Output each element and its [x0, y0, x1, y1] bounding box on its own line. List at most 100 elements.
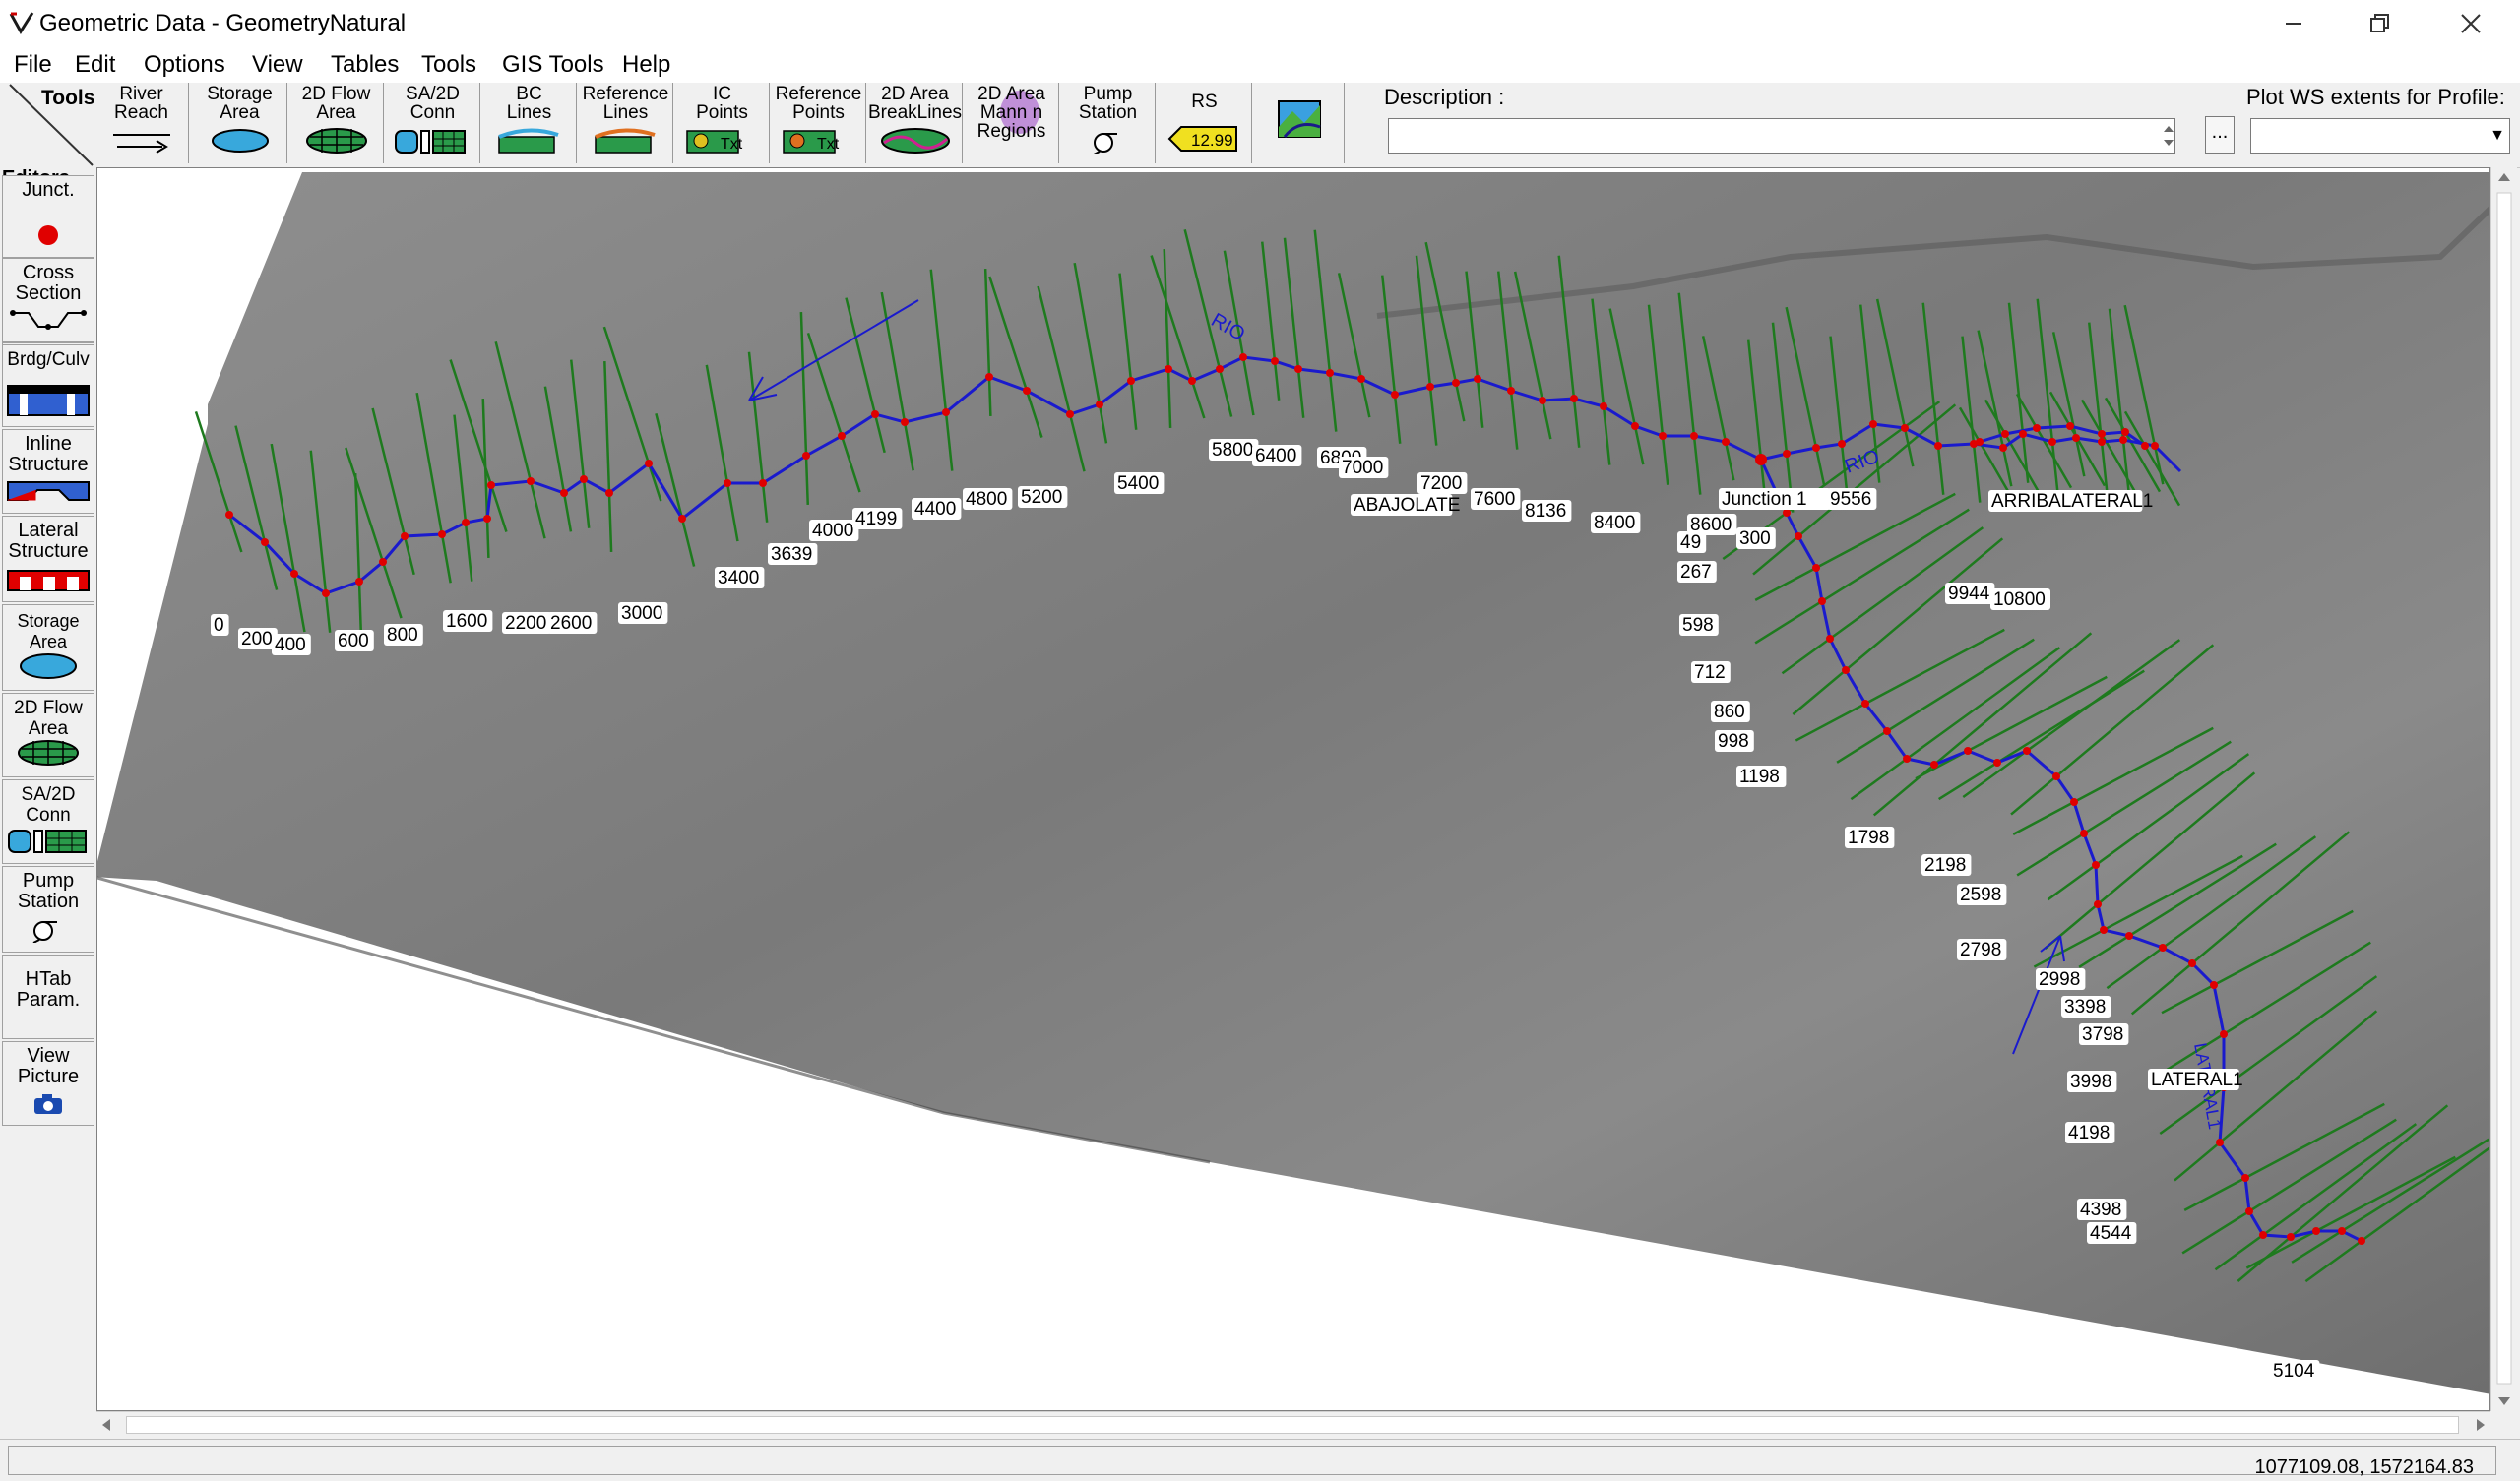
cross-section-node[interactable] — [2072, 434, 2080, 442]
cross-section-node[interactable] — [2052, 772, 2060, 780]
horizontal-scrollbar[interactable] — [96, 1411, 2490, 1438]
cross-section-node[interactable] — [2188, 959, 2196, 967]
cross-section-node[interactable] — [1165, 365, 1172, 373]
cross-section-node[interactable] — [580, 475, 588, 483]
station-label-main[interactable]: 2200 — [502, 612, 552, 634]
cross-section-node[interactable] — [802, 452, 810, 460]
horizontal-scroll-thumb[interactable] — [126, 1416, 2459, 1434]
cross-section-node[interactable] — [2048, 438, 2056, 446]
station-label-lateral[interactable]: 2798 — [1957, 939, 2007, 960]
cross-section-node[interactable] — [1869, 420, 1877, 428]
cross-section-node[interactable] — [560, 489, 568, 497]
junction-label[interactable]: Junction 1 — [1719, 488, 1831, 510]
reference-lines-button[interactable]: Reference Lines — [579, 83, 673, 163]
cross-section-node[interactable] — [1570, 395, 1578, 402]
station-label-main[interactable]: 3400 — [715, 567, 765, 588]
station-label-main[interactable]: 7000 — [1339, 457, 1389, 478]
terrain-map[interactable]: RIO RIO LATERAL1 02004006008001600220026… — [97, 168, 2490, 1411]
cross-section-node[interactable] — [645, 460, 653, 467]
cross-section-node[interactable] — [2151, 442, 2159, 450]
station-label-main[interactable]: 200 — [238, 628, 278, 649]
menu-edit[interactable]: Edit — [75, 51, 115, 79]
cross-section-node[interactable] — [1391, 391, 1399, 399]
ic-points-button[interactable]: IC Points Txt — [675, 83, 770, 163]
cross-section-node[interactable] — [1901, 424, 1909, 432]
cross-section-node[interactable] — [1783, 509, 1791, 517]
cross-section-node[interactable] — [1271, 357, 1279, 365]
station-label-lateral[interactable]: 712 — [1691, 661, 1731, 683]
cross-section-node[interactable] — [1812, 564, 1820, 572]
cross-section-node[interactable] — [290, 570, 298, 578]
cross-section-node[interactable] — [2023, 747, 2031, 755]
description-browse-button[interactable]: ... — [2205, 116, 2235, 154]
reference-points-button[interactable]: Reference Points Txt — [772, 83, 866, 163]
cross-section-node[interactable] — [2358, 1237, 2365, 1245]
station-label-main[interactable]: 5400 — [1114, 472, 1165, 494]
station-label-lateral[interactable]: 4544 — [2087, 1222, 2137, 1244]
menu-options[interactable]: Options — [144, 51, 225, 79]
station-label-main[interactable]: 6400 — [1252, 445, 1302, 466]
view-picture-button[interactable]: View Picture — [2, 1041, 94, 1126]
station-label-lateral[interactable]: 2598 — [1957, 884, 2007, 905]
station-label-main[interactable]: 1600 — [443, 610, 493, 632]
mann-regions-button[interactable]: 2D Area Mann n Regions — [965, 83, 1059, 163]
station-label-lateral[interactable]: 998 — [1715, 730, 1754, 752]
station-label-lateral[interactable]: 860 — [1711, 701, 1750, 722]
cross-section-node[interactable] — [379, 558, 387, 566]
cross-section-node[interactable] — [438, 530, 446, 538]
lateral-structure-button[interactable]: Lateral Structure — [2, 516, 94, 602]
cross-section-node[interactable] — [2141, 442, 2149, 450]
cross-section-node[interactable] — [2070, 798, 2078, 806]
cross-section-node[interactable] — [1795, 532, 1802, 540]
restore-icon[interactable] — [2341, 0, 2420, 47]
cross-section-node[interactable] — [1826, 635, 1834, 643]
plot-profile-select[interactable]: ▼ — [2250, 118, 2510, 154]
cross-section-node[interactable] — [1326, 369, 1334, 377]
cross-section-node[interactable] — [1903, 755, 1911, 763]
station-label-lateral[interactable]: 1798 — [1845, 827, 1895, 848]
station-label-lateral[interactable]: 2198 — [1922, 854, 1972, 876]
close-icon[interactable] — [2431, 0, 2510, 47]
station-label-main[interactable]: 4800 — [963, 488, 1013, 510]
cross-section-node[interactable] — [1976, 438, 1984, 446]
station-label-main[interactable]: 0 — [211, 614, 229, 636]
menu-help[interactable]: Help — [622, 51, 670, 79]
cross-section-node[interactable] — [1507, 387, 1515, 395]
junction-button[interactable]: Junct. — [2, 175, 94, 258]
station-label-main[interactable]: 9556 — [1827, 488, 1877, 510]
cross-section-node[interactable] — [942, 408, 950, 416]
station-label-lateral[interactable]: 3398 — [2061, 996, 2111, 1018]
reach-label-abajolateral[interactable]: ABAJOLATE — [1351, 494, 1460, 516]
cross-section-node[interactable] — [1600, 402, 1607, 410]
station-label-extra[interactable]: 300 — [1736, 527, 1776, 549]
station-label-lateral[interactable]: 598 — [1679, 614, 1719, 636]
menu-tools[interactable]: Tools — [421, 51, 476, 79]
cross-section-node[interactable] — [1066, 410, 1074, 418]
cross-section-node[interactable] — [1818, 597, 1826, 605]
cross-section-node[interactable] — [1842, 666, 1850, 674]
cross-section-node[interactable] — [2080, 830, 2088, 837]
station-label-lateral[interactable]: 4398 — [2077, 1199, 2127, 1220]
breaklines-button[interactable]: 2D Area BreakLines — [868, 83, 963, 163]
cross-section-node[interactable] — [1883, 727, 1891, 735]
cross-section-node[interactable] — [462, 519, 470, 526]
cross-section-node[interactable] — [1659, 432, 1667, 440]
cross-section-node[interactable] — [1216, 365, 1224, 373]
station-label-main[interactable]: 4199 — [852, 508, 903, 529]
storage-area-button[interactable]: Storage Area — [193, 83, 287, 163]
station-label-lateral[interactable]: 5104 — [2270, 1360, 2320, 1382]
station-label-lateral[interactable]: 2998 — [2036, 968, 2086, 990]
cross-section-node[interactable] — [322, 589, 330, 597]
station-label-main[interactable]: 10800 — [1990, 588, 2050, 610]
cross-section-node[interactable] — [1474, 375, 1481, 383]
cross-section-node[interactable] — [901, 418, 909, 426]
cross-section-node[interactable] — [1838, 440, 1846, 448]
cross-section-node[interactable] — [1357, 375, 1365, 383]
cross-section-node[interactable] — [1631, 422, 1639, 430]
rs-button[interactable]: RS 12.99 — [1158, 83, 1252, 163]
cross-section-node[interactable] — [2245, 1207, 2253, 1215]
bc-lines-button[interactable]: BC Lines — [482, 83, 577, 163]
station-label-main[interactable]: 3639 — [768, 543, 818, 565]
cross-section-node[interactable] — [1999, 444, 2007, 452]
cross-section-node[interactable] — [2066, 422, 2074, 430]
